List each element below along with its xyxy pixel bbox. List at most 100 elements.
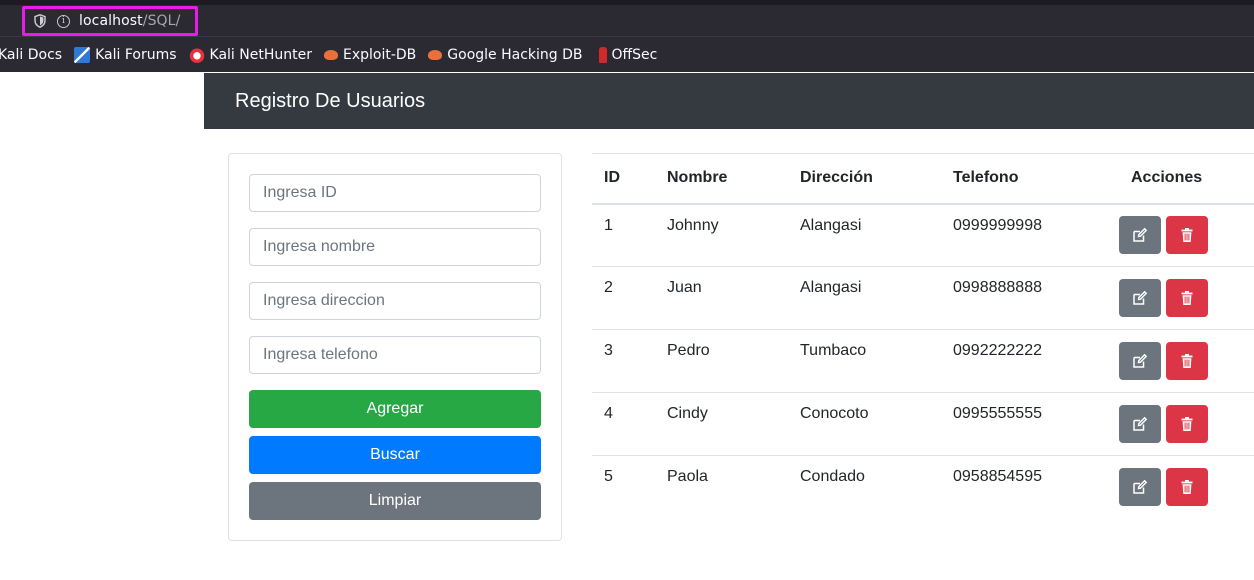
row-actions: [1119, 279, 1254, 317]
delete-button[interactable]: [1166, 468, 1208, 507]
cell-telefono: 0995555555: [941, 392, 1119, 456]
cell-id: 4: [592, 392, 655, 456]
edit-icon-svg: [1133, 480, 1148, 494]
limpiar-button[interactable]: Limpiar: [249, 482, 541, 520]
nombre-input[interactable]: [249, 228, 541, 266]
cell-telefono: 0998888888: [941, 266, 1119, 330]
edit-icon-svg: [1133, 353, 1148, 368]
cell-acciones: [1119, 266, 1254, 330]
cell-nombre: Paola: [667, 468, 708, 485]
shield-icon[interactable]: [33, 14, 47, 28]
edit-icon: [1132, 479, 1148, 495]
trash-icon-svg: [1181, 417, 1193, 431]
cell-direccion: Alangasi: [788, 266, 941, 330]
cell-direccion: Alangasi: [788, 203, 941, 267]
direccion-input[interactable]: [249, 282, 541, 320]
address-field[interactable]: i localhost/SQL/: [22, 6, 198, 36]
edit-icon: [1132, 290, 1148, 306]
trash-icon-svg: [1181, 291, 1193, 305]
cell-direccion: Condado: [800, 468, 865, 485]
table-row: 3 Pedro Tumbaco 0992222222: [592, 329, 1254, 393]
cell-direccion: Tumbaco: [788, 329, 941, 393]
cell-telefono: 0999999998: [941, 203, 1119, 267]
telefono-input[interactable]: [249, 336, 541, 374]
cell-telefono: 0992222222: [941, 329, 1119, 393]
trash-icon: [1179, 479, 1195, 495]
delete-button[interactable]: [1166, 216, 1208, 255]
row-actions: [1119, 342, 1254, 380]
cell-acciones: [1119, 392, 1254, 456]
bookmark-label: Exploit-DB: [342, 46, 417, 63]
exploit-db-icon: [323, 49, 338, 60]
bookmark-label: Google Hacking DB: [447, 46, 583, 63]
url-host: localhost: [79, 13, 143, 29]
bookmark-kali-docs[interactable]: Kali Docs: [0, 47, 62, 63]
table-row: 1 Johnny Alangasi 0999999998: [592, 203, 1254, 267]
edit-button[interactable]: [1119, 468, 1161, 507]
table-row: 4 Cindy Conocoto 0995555555: [592, 392, 1254, 456]
bookmark-offsec[interactable]: OffSec: [595, 46, 658, 63]
bookmark-label: Kali Docs: [0, 46, 63, 63]
bookmark-google-hacking-db[interactable]: Google Hacking DB: [428, 46, 583, 63]
users-table: ID Nombre Dirección Telefono Acciones 1J…: [592, 153, 1254, 519]
header-telefono: Telefono: [941, 153, 1119, 205]
table-header-row: ID Nombre Dirección Telefono Acciones: [592, 153, 1254, 205]
cell-nombre: Cindy: [655, 392, 788, 456]
cell-nombre: Pedro: [655, 329, 788, 393]
buscar-button[interactable]: Buscar: [249, 436, 541, 474]
trash-icon: [1179, 353, 1195, 369]
edit-icon: [1132, 353, 1148, 369]
url-text[interactable]: localhost/SQL/: [79, 13, 180, 29]
table-row: 5 Paola Condado 0958854595: [592, 456, 1254, 519]
user-form-card: Agregar Buscar Limpiar: [228, 153, 562, 541]
edit-icon-svg: [1133, 228, 1148, 242]
edit-icon-svg: [1133, 416, 1148, 431]
url-path: /SQL/: [142, 13, 181, 29]
trash-icon: [1179, 416, 1195, 432]
edit-icon: [1132, 227, 1148, 243]
trash-icon: [1179, 227, 1195, 243]
delete-button[interactable]: [1166, 342, 1208, 380]
cell-id: 3: [592, 329, 655, 393]
cell-acciones: [1119, 456, 1254, 519]
id-input[interactable]: [249, 174, 541, 212]
cell-acciones: [1119, 329, 1254, 393]
delete-button[interactable]: [1166, 279, 1208, 317]
navbar: Registro De Usuarios: [204, 73, 1254, 129]
row-actions: [1119, 405, 1254, 443]
agregar-button[interactable]: Agregar: [249, 390, 541, 428]
bookmark-kali-nethunter[interactable]: Kali NetHunter: [188, 46, 312, 63]
delete-button[interactable]: [1166, 405, 1208, 443]
info-icon[interactable]: i: [57, 14, 70, 28]
bookmark-label: Kali Forums: [95, 46, 177, 63]
bookmark-kali-forums[interactable]: Kali Forums: [74, 46, 177, 63]
bookmark-label: OffSec: [611, 46, 658, 63]
offsec-icon: [598, 46, 607, 63]
table-row: 2 Juan Alangasi 0998888888: [592, 266, 1254, 330]
bookmark-label: Kali NetHunter: [209, 46, 312, 63]
browser-url-bar: i localhost/SQL/: [0, 0, 1254, 36]
edit-button[interactable]: [1119, 342, 1161, 380]
cell-nombre: Juan: [655, 266, 788, 330]
edit-button[interactable]: [1119, 216, 1161, 255]
row-actions: [1119, 216, 1254, 255]
cell-acciones: [1119, 203, 1254, 267]
ghdb-icon: [428, 49, 443, 60]
edit-button[interactable]: [1119, 279, 1161, 317]
kali-forums-icon: [74, 46, 91, 63]
header-acciones: Acciones: [1119, 153, 1254, 205]
bookmark-exploit-db[interactable]: Exploit-DB: [323, 46, 417, 63]
cell-id: 5: [604, 468, 613, 485]
trash-icon: [1179, 290, 1195, 306]
bookmarks-bar: Kali Docs Kali Forums Kali NetHunter Exp…: [0, 36, 1254, 72]
cell-telefono: 0958854595: [953, 468, 1042, 485]
cell-nombre: Johnny: [655, 203, 788, 267]
edit-button[interactable]: [1119, 405, 1161, 443]
kali-nethunter-icon: [188, 46, 205, 63]
cell-id: 1: [592, 203, 655, 267]
header-nombre: Nombre: [655, 153, 788, 205]
navbar-brand[interactable]: Registro De Usuarios: [235, 90, 425, 113]
trash-icon-svg: [1181, 354, 1193, 368]
edit-icon-svg: [1133, 290, 1148, 305]
row-actions: [1119, 468, 1254, 507]
